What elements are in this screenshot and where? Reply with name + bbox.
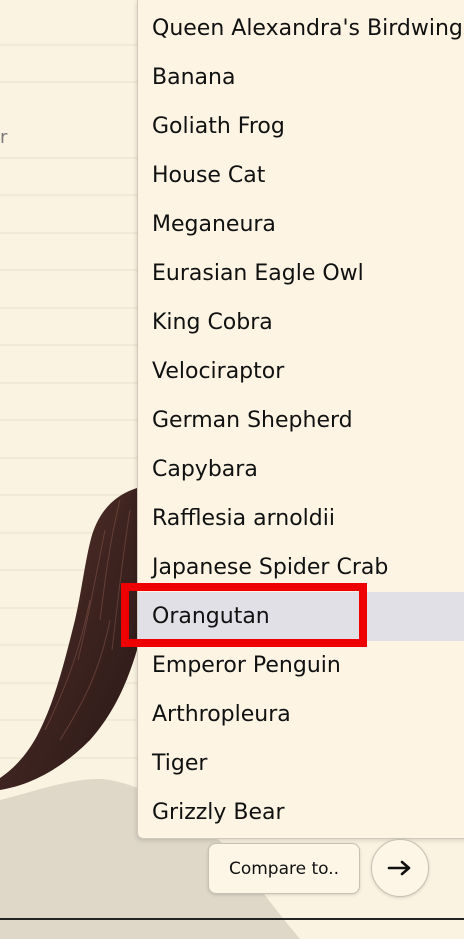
option-banana[interactable]: Banana — [138, 53, 464, 102]
bottom-divider — [0, 918, 464, 920]
option-grizzly-bear[interactable]: Grizzly Bear — [138, 788, 464, 837]
option-capybara[interactable]: Capybara — [138, 445, 464, 494]
compare-to-label: Compare to.. — [228, 858, 340, 879]
option-orangutan[interactable]: Orangutan — [138, 592, 464, 641]
option-rafflesia-arnoldii[interactable]: Rafflesia arnoldii — [138, 494, 464, 543]
option-queen-alexandras-birdwing[interactable]: Queen Alexandra's Birdwing — [138, 4, 464, 53]
option-house-cat[interactable]: House Cat — [138, 151, 464, 200]
compare-to-button[interactable]: Compare to.. — [208, 843, 360, 894]
comparison-dropdown-list[interactable]: Queen Alexandra's Birdwing Banana Goliat… — [137, 0, 464, 839]
option-japanese-spider-crab[interactable]: Japanese Spider Crab — [138, 543, 464, 592]
option-tiger[interactable]: Tiger — [138, 739, 464, 788]
app-screen: r Queen Alexandra's Birdwing Banana Goli… — [0, 0, 464, 939]
option-meganeura[interactable]: Meganeura — [138, 200, 464, 249]
option-eurasian-eagle-owl[interactable]: Eurasian Eagle Owl — [138, 249, 464, 298]
option-arthropleura[interactable]: Arthropleura — [138, 690, 464, 739]
option-goliath-frog[interactable]: Goliath Frog — [138, 102, 464, 151]
go-button[interactable] — [371, 839, 429, 897]
arrow-right-icon — [387, 860, 411, 876]
option-german-shepherd[interactable]: German Shepherd — [138, 396, 464, 445]
option-emperor-penguin[interactable]: Emperor Penguin — [138, 641, 464, 690]
option-velociraptor[interactable]: Velociraptor — [138, 347, 464, 396]
option-king-cobra[interactable]: King Cobra — [138, 298, 464, 347]
